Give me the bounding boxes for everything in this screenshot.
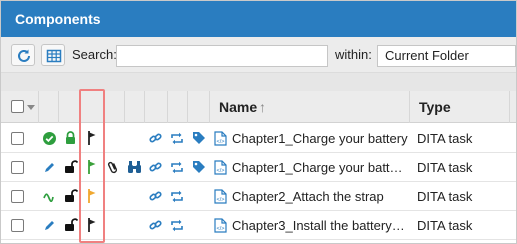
dita-topic-icon: </> [214,160,227,175]
review-icon [43,193,54,202]
chevron-down-icon[interactable] [27,103,35,111]
within-label: within: [335,47,372,62]
row-checkbox[interactable] [11,190,24,203]
link-icon[interactable] [149,219,163,232]
search-input[interactable] [116,45,328,67]
row-type: DITA task [417,189,473,204]
svg-text:</>: </> [217,197,225,203]
retweet-icon[interactable] [170,219,184,232]
row-name[interactable]: Chapter1_Charge your batter... [232,153,408,182]
table-view-button[interactable] [41,44,65,66]
dita-topic-icon: </> [214,189,227,204]
svg-text:</>: </> [217,226,225,232]
toolbar: Search: within: Current Folder [1,37,516,73]
column-header-name[interactable]: Name [219,91,257,123]
toolbar-spacer [1,73,516,91]
svg-text:</>: </> [217,168,225,174]
binoculars-icon[interactable] [127,160,142,174]
components-panel: Components Search: within: Current Folde… [0,0,517,244]
row-checkbox[interactable] [11,132,24,145]
within-select[interactable]: Current Folder [377,45,516,67]
paperclip-icon[interactable] [107,160,119,175]
retweet-icon[interactable] [170,132,184,145]
retweet-icon[interactable] [170,190,184,203]
lock-open-icon [65,160,78,173]
select-all-checkbox[interactable] [11,100,24,113]
row-name[interactable]: Chapter3_Install the battery a... [232,211,408,240]
row-checkbox[interactable] [11,161,24,174]
link-icon[interactable] [149,132,163,145]
row-name[interactable]: Chapter1_Charge your battery [232,124,408,153]
approved-check-icon [43,132,56,145]
refresh-icon [18,49,30,62]
column-header-type[interactable]: Type [419,91,451,123]
retweet-icon[interactable] [170,161,184,174]
lock-open-icon [65,218,78,231]
row-type: DITA task [417,160,473,175]
lock-closed-icon [66,131,75,144]
tags-icon[interactable] [192,160,206,174]
search-label: Search: [72,47,117,62]
refresh-button[interactable] [11,44,35,66]
link-icon[interactable] [149,190,163,203]
sort-ascending-icon[interactable]: ↑ [259,91,266,123]
row-type: DITA task [417,218,473,233]
dita-topic-icon: </> [214,218,227,233]
link-icon[interactable] [149,161,163,174]
pencil-icon [45,163,54,172]
table-view-icon [46,49,62,63]
row-checkbox[interactable] [11,219,24,232]
pencil-icon [45,221,54,230]
row-type: DITA task [417,131,473,146]
dita-topic-icon: </> [214,131,227,146]
tags-icon[interactable] [192,131,206,145]
lock-open-icon [65,189,78,202]
svg-text:</>: </> [217,139,225,145]
row-name[interactable]: Chapter2_Attach the strap [232,182,408,211]
panel-title: Components [1,1,516,37]
workflow-column-highlight [79,89,105,243]
